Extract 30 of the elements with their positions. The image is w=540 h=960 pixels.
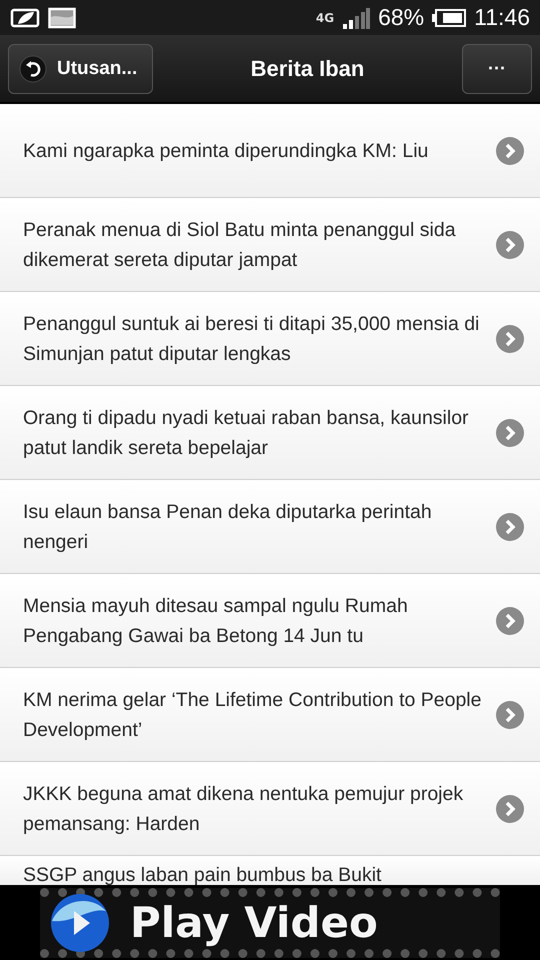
chevron-right-icon [496, 794, 524, 822]
battery-icon [432, 8, 466, 28]
news-title: Penanggul suntuk ai beresi ti ditapi 35,000 mensia di Simunjan patut diputar lengkas [23, 312, 480, 366]
news-title: KM nerima gelar ‘The Lifetime Contribution to People Development’ [23, 688, 482, 742]
network-type: 4G [316, 10, 334, 25]
news-title: JKKK beguna amat dikena nentuka pemujur projek pemansang: Harden [23, 782, 464, 836]
chevron-right-icon [496, 324, 524, 352]
more-button[interactable]: ··· [462, 44, 532, 94]
news-title: Isu elaun bansa Penan deka diputarka perintah nengeri [23, 500, 433, 554]
chevron-right-icon [496, 700, 524, 728]
battery-percent: 68% [378, 4, 424, 32]
news-title: Peranak menua di Siol Batu minta penanggul sida dikemerat sereta diputar jampat [23, 218, 457, 272]
ad-text: Play Video [130, 898, 378, 947]
chevron-right-icon [496, 512, 524, 540]
image-icon [48, 6, 76, 29]
clock: 11:46 [474, 4, 530, 32]
signal-icon [342, 6, 370, 29]
chevron-right-icon [496, 230, 524, 258]
chevron-right-icon [496, 606, 524, 634]
play-globe-icon [50, 892, 110, 952]
news-title: Orang ti dipadu nyadi ketuai raban bansa, kaunsilor patut landik sereta bepelajar [23, 406, 470, 460]
back-button[interactable]: Utusan... [8, 44, 153, 94]
news-title: SSGP angus laban pain bumbus ba Bukit [23, 863, 382, 888]
chevron-right-icon [496, 418, 524, 446]
news-title: Mensia mayuh ditesau sampal ngulu Rumah Pengabang Gawai ba Betong 14 Jun tu [23, 594, 409, 648]
chevron-right-icon [496, 136, 524, 164]
screen-title: Berita Iban [250, 56, 366, 82]
news-title: Kami ngarapka peminta diperundingka KM: Liu [23, 138, 430, 164]
leaf-battery-icon [10, 6, 40, 29]
video-ad-banner[interactable]: Play Video [0, 885, 540, 960]
